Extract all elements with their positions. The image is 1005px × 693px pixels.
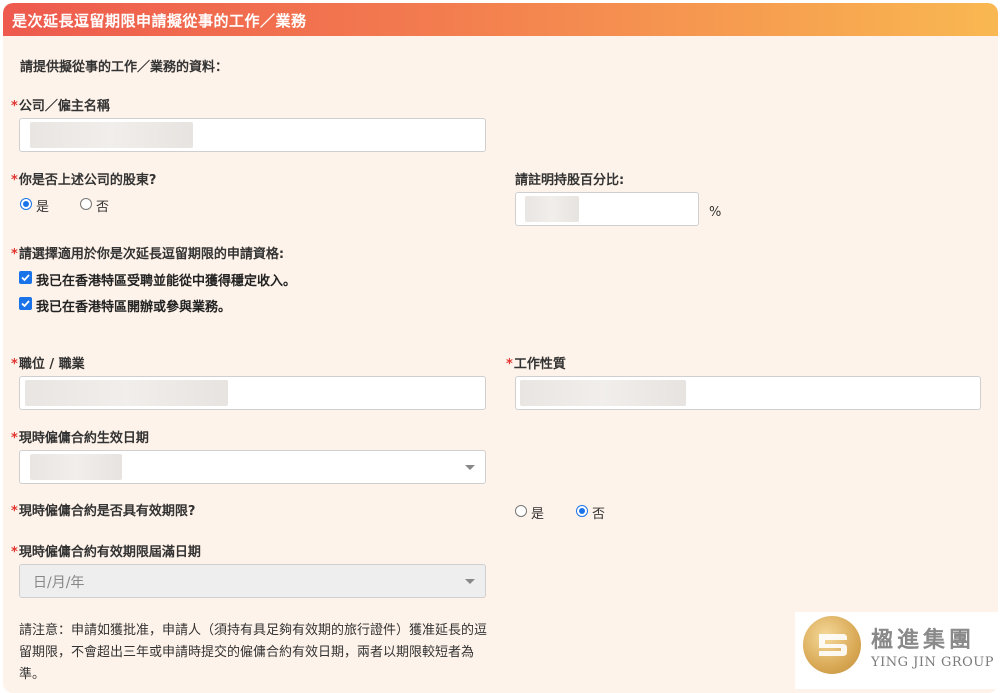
shareholding-label: 請註明持股百分比: [515,173,625,188]
eligibility-business-label: 我已在香港特區開辦或參與業務。 [36,300,232,315]
eligibility-label: *請選擇適用於你是次延長逗留期限的申請資格: [11,247,285,262]
company-logo: 楹進集團 YING JIN GROUP [795,612,998,689]
required-mark: * [11,99,18,114]
percent-unit: % [709,205,722,220]
redacted-value [520,380,686,406]
company-label: *公司／僱主名稱 [11,99,110,114]
application-panel: 是次延長逗留期限申請擬從事的工作／業務 請提供擬從事的工作／業務的資料： *公司… [3,3,998,693]
redacted-value [30,454,122,480]
position-input[interactable] [19,376,486,410]
redacted-value [25,380,228,406]
redacted-value [30,122,193,148]
expiry-date-label: *現時僱傭合約有效期限屆滿日期 [11,545,201,560]
chevron-down-icon [465,465,475,470]
section-title: 是次延長逗留期限申請擬從事的工作／業務 [12,12,307,30]
position-label: *職位 / 職業 [11,357,85,372]
shareholder-yes-label: 是 [36,200,50,215]
validity-yes-label: 是 [531,507,545,522]
company-name-input[interactable] [19,118,486,152]
approval-note: 請注意：申請如獲批准，申請人（須持有具足夠有效期的旅行證件）獲准延長的逗留期限，… [19,623,488,682]
logo-emblem-icon [803,616,861,674]
shareholder-no-radio[interactable] [80,198,92,210]
job-nature-input[interactable] [515,376,981,410]
eligibility-business-checkbox[interactable] [19,297,32,310]
has-validity-label: *現時僱傭合約是否具有效期限? [11,504,196,519]
expiry-date-placeholder: 日/月/年 [33,575,85,591]
shareholding-percent-input[interactable] [515,192,699,226]
shareholder-yes-radio[interactable] [20,198,32,210]
section-intro: 請提供擬從事的工作／業務的資料： [20,60,229,75]
effective-date-select[interactable] [19,450,486,484]
validity-yes-radio[interactable] [515,505,527,517]
logo-chinese-name: 楹進集團 [871,627,976,653]
shareholder-no-label: 否 [96,200,110,215]
eligibility-employed-label: 我已在香港特區受聘並能從中獲得穩定收入。 [36,274,297,289]
validity-no-label: 否 [592,507,606,522]
check-icon [21,274,30,282]
validity-no-radio[interactable] [576,505,588,517]
job-nature-label: *工作性質 [506,357,566,372]
redacted-value [525,196,579,222]
expiry-date-select[interactable]: 日/月/年 [19,564,486,598]
check-icon [21,300,30,308]
eligibility-employed-checkbox[interactable] [19,271,32,284]
logo-english-name: YING JIN GROUP [871,655,994,670]
shareholder-label: *你是否上述公司的股東? [11,173,157,188]
chevron-down-icon [465,579,475,584]
effective-date-label: *現時僱傭合約生效日期 [11,431,149,446]
section-header: 是次延長逗留期限申請擬從事的工作／業務 [3,3,998,36]
